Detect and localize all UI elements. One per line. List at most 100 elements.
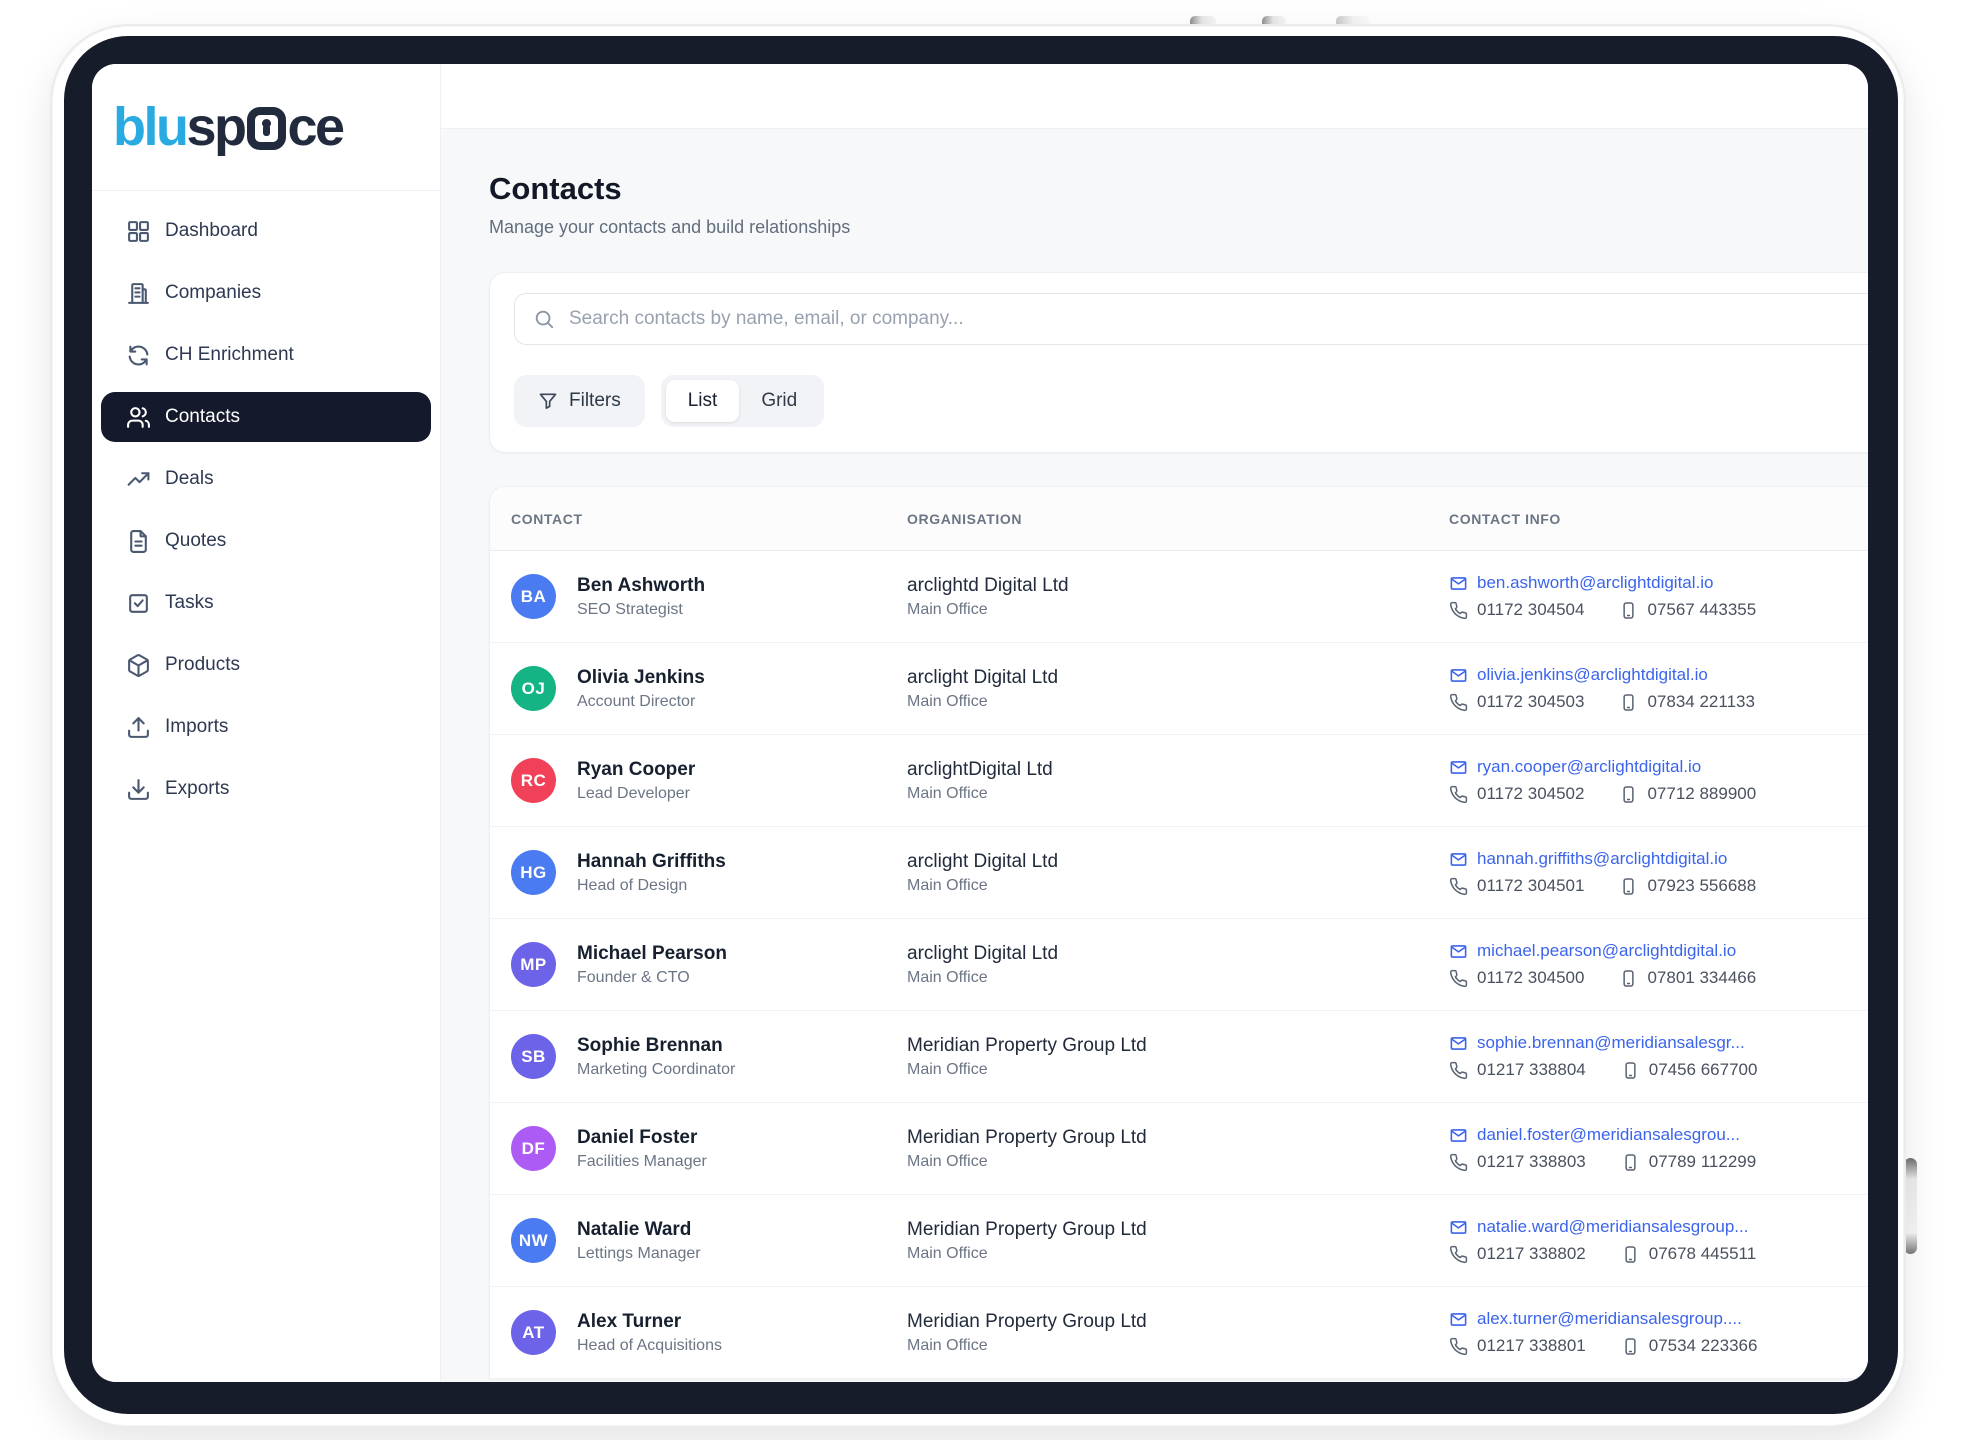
sidebar-item-exports[interactable]: Exports (101, 764, 431, 814)
organisation-office: Main Office (907, 1337, 1449, 1355)
contact-name: Hannah Griffiths (577, 851, 726, 873)
page-title: Contacts (489, 171, 1868, 207)
organisation-cell: Meridian Property Group Ltd Main Office (907, 1219, 1449, 1263)
contact-email-link[interactable]: ben.ashworth@arclightdigital.io (1449, 573, 1868, 593)
contact-email-link[interactable]: sophie.brennan@meridiansalesgr... (1449, 1033, 1868, 1053)
phone-icon (1449, 601, 1468, 620)
logo-text-ce: ce (288, 97, 343, 157)
contact-role: Marketing Coordinator (577, 1061, 735, 1079)
organisation-cell: arclight Digital Ltd Main Office (907, 851, 1449, 895)
phone-number: 01217 338803 (1449, 1152, 1586, 1172)
column-header-contact-info: CONTACT INFO (1449, 511, 1868, 527)
contact-cell: SB Sophie Brennan Marketing Coordinator (511, 1034, 907, 1079)
contact-info-cell: ben.ashworth@arclightdigital.io 01172 30… (1449, 573, 1868, 620)
table-row[interactable]: OJ Olivia Jenkins Account Director arcli… (490, 643, 1868, 735)
email-text: ryan.cooper@arclightdigital.io (1477, 757, 1701, 777)
sidebar-item-label: Exports (165, 778, 229, 800)
sidebar-item-label: Contacts (165, 406, 240, 428)
avatar: SB (511, 1034, 556, 1079)
download-icon (126, 777, 151, 802)
sidebar-item-products[interactable]: Products (101, 640, 431, 690)
contact-name: Michael Pearson (577, 943, 727, 965)
contact-email-link[interactable]: daniel.foster@meridiansalesgrou... (1449, 1125, 1868, 1145)
contact-email-link[interactable]: natalie.ward@meridiansalesgroup... (1449, 1217, 1868, 1237)
sidebar-item-imports[interactable]: Imports (101, 702, 431, 752)
search-card: Filters List Grid (489, 272, 1868, 453)
envelope-icon (1449, 942, 1468, 961)
content: Contacts Manage your contacts and build … (441, 129, 1868, 1379)
table-row[interactable]: HG Hannah Griffiths Head of Design arcli… (490, 827, 1868, 919)
contact-phones: 01217 338803 07789 112299 (1449, 1152, 1868, 1172)
view-list-button[interactable]: List (666, 380, 740, 422)
column-header-contact: CONTACT (511, 511, 907, 527)
sidebar-item-label: CH Enrichment (165, 344, 294, 366)
envelope-icon (1449, 1218, 1468, 1237)
phone-text: 01217 338804 (1477, 1060, 1586, 1080)
table-row[interactable]: RC Ryan Cooper Lead Developer arclightDi… (490, 735, 1868, 827)
bluspace-logo[interactable]: bluspce (113, 100, 343, 154)
envelope-icon (1449, 1126, 1468, 1145)
sidebar-item-quotes[interactable]: Quotes (101, 516, 431, 566)
table-row[interactable]: BA Ben Ashworth SEO Strategist arclightd… (490, 551, 1868, 643)
sidebar-item-deals[interactable]: Deals (101, 454, 431, 504)
phone-number: 01217 338802 (1449, 1244, 1586, 1264)
phone-number: 01172 304503 (1449, 692, 1584, 712)
contact-role: Lettings Manager (577, 1245, 701, 1263)
sidebar-item-companies[interactable]: Companies (101, 268, 431, 318)
mobile-text: 07712 889900 (1647, 784, 1756, 804)
contact-email-link[interactable]: ryan.cooper@arclightdigital.io (1449, 757, 1868, 777)
filters-button[interactable]: Filters (514, 375, 645, 427)
funnel-icon (538, 391, 558, 411)
view-grid-button[interactable]: Grid (739, 380, 819, 422)
table-row[interactable]: NW Natalie Ward Lettings Manager Meridia… (490, 1195, 1868, 1287)
email-text: natalie.ward@meridiansalesgroup... (1477, 1217, 1748, 1237)
avatar: BA (511, 574, 556, 619)
avatar-initials: DF (522, 1139, 546, 1159)
sidebar-item-label: Products (165, 654, 240, 676)
phone-icon (1449, 693, 1468, 712)
sidebar-item-ch-enrichment[interactable]: CH Enrichment (101, 330, 431, 380)
contact-email-link[interactable]: olivia.jenkins@arclightdigital.io (1449, 665, 1868, 685)
contact-info-cell: hannah.griffiths@arclightdigital.io 0117… (1449, 849, 1868, 896)
contact-cell: DF Daniel Foster Facilities Manager (511, 1126, 907, 1171)
mobile-text: 07789 112299 (1649, 1152, 1756, 1172)
contact-cell: NW Natalie Ward Lettings Manager (511, 1218, 907, 1263)
table-row[interactable]: MP Michael Pearson Founder & CTO arcligh… (490, 919, 1868, 1011)
email-text: sophie.brennan@meridiansalesgr... (1477, 1033, 1745, 1053)
organisation-name: arclight Digital Ltd (907, 943, 1449, 965)
mobile-number: 07801 334466 (1619, 968, 1756, 988)
contact-phones: 01172 304503 07834 221133 (1449, 692, 1868, 712)
avatar: RC (511, 758, 556, 803)
contact-email-link[interactable]: hannah.griffiths@arclightdigital.io (1449, 849, 1868, 869)
sidebar-item-tasks[interactable]: Tasks (101, 578, 431, 628)
organisation-name: Meridian Property Group Ltd (907, 1035, 1449, 1057)
organisation-office: Main Office (907, 1153, 1449, 1171)
contact-role: Head of Design (577, 877, 726, 895)
avatar-initials: AT (522, 1323, 544, 1343)
contact-email-link[interactable]: michael.pearson@arclightdigital.io (1449, 941, 1868, 961)
mobile-text: 07923 556688 (1647, 876, 1756, 896)
organisation-office: Main Office (907, 969, 1449, 987)
mobile-number: 07456 667700 (1621, 1060, 1758, 1080)
search-box (514, 293, 1868, 345)
table-row[interactable]: DF Daniel Foster Facilities Manager Meri… (490, 1103, 1868, 1195)
table-row[interactable]: AT Alex Turner Head of Acquisitions Meri… (490, 1287, 1868, 1379)
mobile-number: 07834 221133 (1619, 692, 1754, 712)
contact-email-link[interactable]: alex.turner@meridiansalesgroup.... (1449, 1309, 1868, 1329)
sidebar-item-label: Imports (165, 716, 228, 738)
phone-icon (1449, 1337, 1468, 1356)
filters-label: Filters (569, 390, 621, 412)
contact-cell: AT Alex Turner Head of Acquisitions (511, 1310, 907, 1355)
building-icon (126, 281, 151, 306)
contact-name: Ben Ashworth (577, 575, 705, 597)
table-row[interactable]: SB Sophie Brennan Marketing Coordinator … (490, 1011, 1868, 1103)
contact-info-cell: alex.turner@meridiansalesgroup.... 01217… (1449, 1309, 1868, 1356)
contact-cell: RC Ryan Cooper Lead Developer (511, 758, 907, 803)
mobile-text: 07456 667700 (1649, 1060, 1758, 1080)
email-text: daniel.foster@meridiansalesgrou... (1477, 1125, 1740, 1145)
avatar-initials: BA (521, 587, 547, 607)
sidebar-item-contacts[interactable]: Contacts (101, 392, 431, 442)
sidebar-item-dashboard[interactable]: Dashboard (101, 206, 431, 256)
contact-info-cell: olivia.jenkins@arclightdigital.io 01172 … (1449, 665, 1868, 712)
search-input[interactable] (515, 294, 1868, 344)
